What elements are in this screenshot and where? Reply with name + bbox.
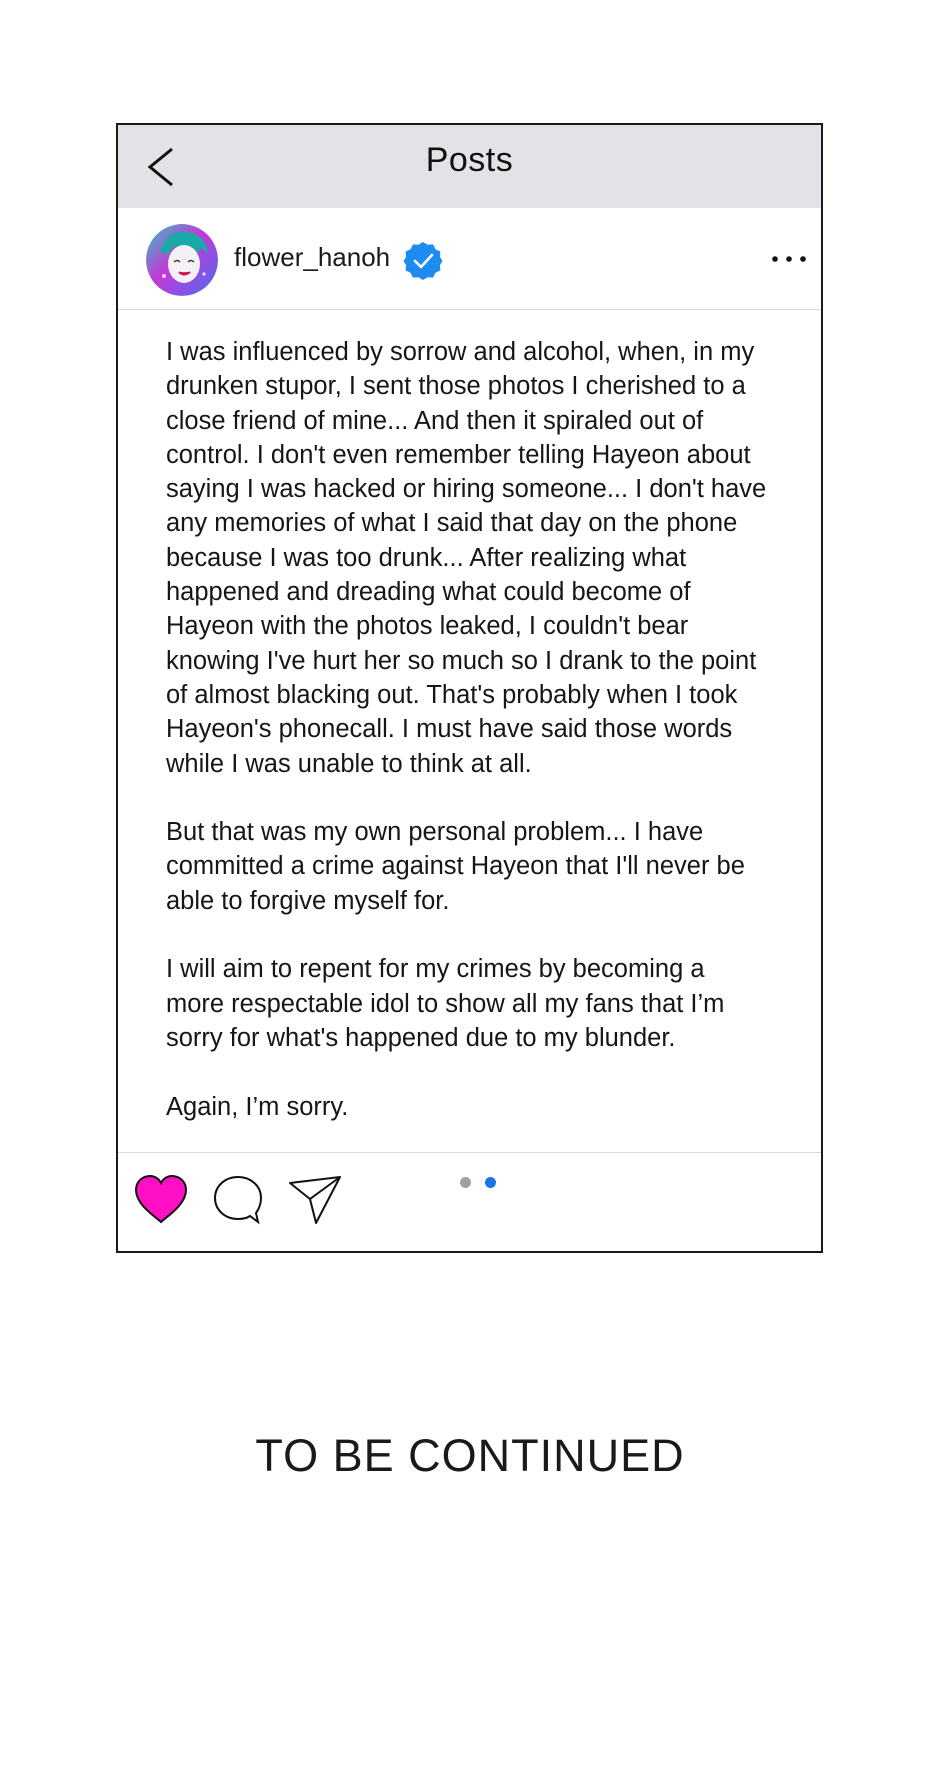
post-header: flower_hanoh <box>118 208 821 310</box>
post-actions-bar <box>118 1152 821 1251</box>
post-screen: Posts flower_hanoh I was influenced by s… <box>116 123 823 1253</box>
to-be-continued-text: TO BE CONTINUED <box>255 1430 685 1481</box>
page-title: Posts <box>425 141 514 179</box>
comment-bubble-icon <box>213 1175 263 1225</box>
avatar[interactable] <box>146 224 218 296</box>
paper-plane-icon <box>289 1176 341 1224</box>
like-button[interactable] <box>132 1173 190 1225</box>
carousel-dot-2 <box>485 1177 496 1188</box>
more-horizontal-icon <box>772 256 806 262</box>
avatar-illustration <box>146 224 218 296</box>
verified-badge-icon <box>402 240 444 282</box>
comment-button[interactable] <box>210 1173 266 1227</box>
top-navigation-bar: Posts <box>118 125 821 208</box>
caption-paragraph-4: Again, I’m sorry. <box>166 1092 349 1121</box>
caption-paragraph-3: I will aim to repent for my crimes by be… <box>166 955 725 1052</box>
post-caption: I was influenced by sorrow and alcohol, … <box>166 335 786 1158</box>
carousel-dot-1 <box>460 1177 471 1188</box>
heart-icon <box>134 1174 188 1224</box>
username[interactable]: flower_hanoh <box>234 242 390 273</box>
caption-paragraph-1: I was influenced by sorrow and alcohol, … <box>166 338 767 778</box>
share-button[interactable] <box>286 1173 344 1227</box>
more-options-button[interactable] <box>769 244 809 274</box>
caption-paragraph-2: But that was my own personal problem... … <box>166 818 745 915</box>
